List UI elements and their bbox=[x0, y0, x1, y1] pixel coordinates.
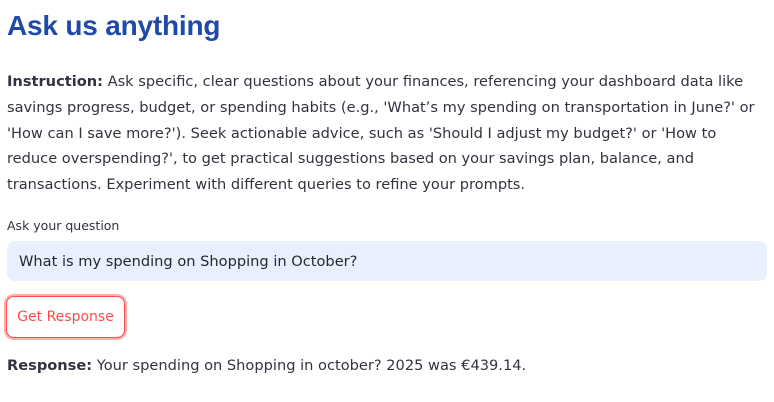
response-paragraph: Response: Your spending on Shopping in o… bbox=[7, 353, 526, 379]
instruction-label: Instruction: bbox=[7, 73, 103, 90]
page-title: Ask us anything bbox=[7, 10, 221, 41]
page: Ask us anything Instruction: Ask specifi… bbox=[0, 0, 774, 402]
question-label: Ask your question bbox=[7, 218, 120, 233]
get-response-button[interactable]: Get Response bbox=[6, 296, 125, 338]
instruction-paragraph: Instruction: Ask specific, clear questio… bbox=[7, 69, 767, 198]
instruction-text: Ask specific, clear questions about your… bbox=[7, 73, 755, 194]
question-input[interactable] bbox=[7, 241, 767, 281]
question-input-container bbox=[7, 241, 767, 281]
response-text: Your spending on Shopping in october? 20… bbox=[92, 357, 527, 374]
response-label: Response: bbox=[7, 357, 93, 374]
